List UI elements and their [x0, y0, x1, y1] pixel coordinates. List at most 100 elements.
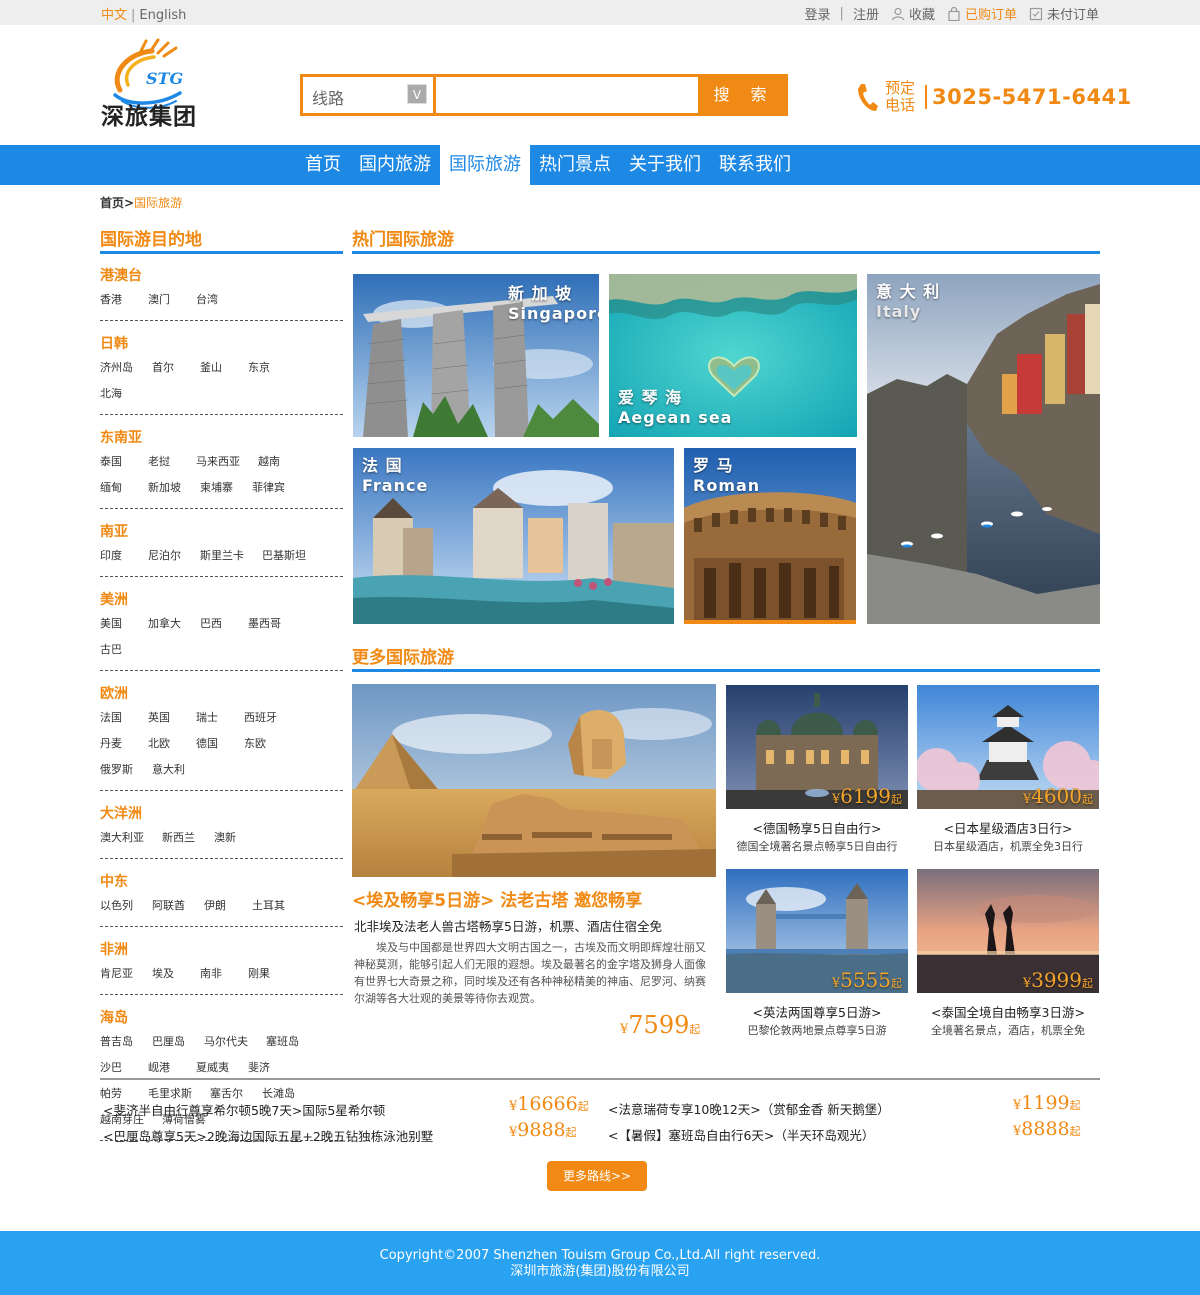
city-link[interactable]: 古巴	[100, 637, 148, 663]
search-input[interactable]	[436, 77, 698, 113]
city-link[interactable]: 老挝	[148, 449, 196, 475]
city-link[interactable]: 丹麦	[100, 731, 148, 757]
city-link[interactable]: 缅甸	[100, 475, 148, 501]
search-button[interactable]: 搜 索	[700, 74, 788, 116]
more-routes-button[interactable]: 更多路线>>	[547, 1161, 647, 1191]
nav-item[interactable]: 国际旅游	[440, 145, 530, 185]
city-link[interactable]: 东欧	[244, 731, 292, 757]
city-link[interactable]: 南非	[200, 961, 248, 987]
phone-label-line1: 预定	[885, 79, 916, 97]
region-name[interactable]: 欧洲	[100, 683, 343, 705]
route-link[interactable]: <斐济半自由行尊享希尔顿5晚7天>国际5星希尔顿	[103, 1100, 385, 1119]
city-link[interactable]: 巴西	[200, 611, 248, 637]
route-link[interactable]: <法意瑞荷专享10晚12天>（赏郁金香 新天鹅堡）	[608, 1099, 890, 1118]
featured-title[interactable]: <埃及畅享5日游> 法老古塔 邀您畅享	[352, 886, 642, 911]
city-link[interactable]: 马尔代夫	[204, 1029, 266, 1055]
card-title[interactable]: <英法两国尊享5日游>	[726, 1002, 908, 1021]
city-link[interactable]: 新西兰	[162, 825, 214, 851]
city-link[interactable]: 马来西亚	[196, 449, 258, 475]
nav-item[interactable]: 国内旅游	[350, 145, 440, 185]
tile-france[interactable]: 法 国 France	[353, 448, 674, 624]
login-link[interactable]: 登录	[805, 4, 831, 23]
city-link[interactable]: 肯尼亚	[100, 961, 152, 987]
route-link[interactable]: <【暑假】塞班岛自由行6天>（半天环岛观光）	[608, 1125, 874, 1144]
city-link[interactable]: 印度	[100, 543, 148, 569]
tile-en-label: Italy	[876, 302, 922, 321]
city-link[interactable]: 美国	[100, 611, 148, 637]
city-link[interactable]: 英国	[148, 705, 196, 731]
card-title[interactable]: <德国畅享5日自由行>	[726, 818, 908, 837]
region-name[interactable]: 日韩	[100, 333, 343, 355]
nav-item[interactable]: 联系我们	[710, 145, 800, 185]
city-link[interactable]: 新加坡	[148, 475, 200, 501]
city-link[interactable]: 塞班岛	[266, 1029, 318, 1055]
tile-aegean-sea[interactable]: 爱 琴 海 Aegean sea	[609, 274, 857, 437]
city-link[interactable]: 刚果	[248, 961, 296, 987]
city-link[interactable]: 德国	[196, 731, 244, 757]
city-link[interactable]: 土耳其	[252, 893, 304, 919]
city-link[interactable]: 普吉岛	[100, 1029, 152, 1055]
city-link[interactable]: 柬埔寨	[200, 475, 252, 501]
city-link[interactable]: 东京	[248, 355, 296, 381]
city-link[interactable]: 北海	[100, 381, 148, 407]
city-link[interactable]: 瑞士	[196, 705, 244, 731]
nav-item[interactable]: 热门景点	[530, 145, 620, 185]
lang-english[interactable]: English	[139, 8, 186, 23]
tile-singapore[interactable]: 新 加 坡 Singapore	[353, 274, 599, 437]
region-name[interactable]: 大洋洲	[100, 803, 343, 825]
city-link[interactable]: 法国	[100, 705, 148, 731]
city-link[interactable]: 釜山	[200, 355, 248, 381]
favorites-link[interactable]: 收藏	[909, 4, 935, 23]
region-name[interactable]: 港澳台	[100, 265, 343, 287]
city-link[interactable]: 尼泊尔	[148, 543, 200, 569]
city-link[interactable]: 澳新	[214, 825, 262, 851]
tile-roman[interactable]: 罗 马 Roman	[684, 448, 856, 624]
route-link[interactable]: <巴厘岛尊享5天>2晚海边国际五星+2晚五钻独栋泳池别墅	[103, 1126, 433, 1145]
city-link[interactable]: 斯里兰卡	[200, 543, 262, 569]
nav-item[interactable]: 首页	[296, 145, 350, 185]
city-link[interactable]: 北欧	[148, 731, 196, 757]
nav-item[interactable]: 关于我们	[620, 145, 710, 185]
tile-italy[interactable]: 意 大 利 Italy	[867, 274, 1100, 624]
city-link[interactable]: 济州岛	[100, 355, 152, 381]
region-block: 大洋洲 澳大利亚 新西兰 澳新	[100, 803, 343, 859]
city-link[interactable]: 伊朗	[204, 893, 252, 919]
city-link[interactable]: 意大利	[152, 757, 204, 783]
city-link[interactable]: 西班牙	[244, 705, 296, 731]
city-link[interactable]: 台湾	[196, 287, 244, 313]
register-link[interactable]: 注册	[853, 4, 879, 23]
tile-cn-label: 爱 琴 海	[618, 388, 683, 407]
region-name[interactable]: 东南亚	[100, 427, 343, 449]
region-name[interactable]: 海岛	[100, 1007, 343, 1029]
lang-chinese[interactable]: 中文	[101, 8, 127, 23]
city-link[interactable]: 加拿大	[148, 611, 200, 637]
city-link[interactable]: 澳门	[148, 287, 196, 313]
city-link[interactable]: 巴基斯坦	[262, 543, 324, 569]
region-name[interactable]: 南亚	[100, 521, 343, 543]
city-link[interactable]: 以色列	[100, 893, 152, 919]
city-link[interactable]: 墨西哥	[248, 611, 300, 637]
city-link[interactable]: 越南	[258, 449, 306, 475]
search-category-select[interactable]: 线路 V	[303, 77, 433, 113]
city-link[interactable]: 阿联酋	[152, 893, 204, 919]
purchased-orders-link[interactable]: 已购订单	[965, 4, 1017, 23]
breadcrumb-home[interactable]: 首页	[100, 196, 124, 210]
region-name[interactable]: 非洲	[100, 939, 343, 961]
city-link[interactable]: 香港	[100, 287, 148, 313]
city-link[interactable]: 埃及	[152, 961, 200, 987]
city-link[interactable]: 澳大利亚	[100, 825, 162, 851]
chevron-down-icon[interactable]: V	[407, 84, 427, 104]
city-link[interactable]: 菲律宾	[252, 475, 304, 501]
city-link[interactable]: 首尔	[152, 355, 200, 381]
card-title[interactable]: <日本星级酒店3日行>	[917, 818, 1099, 837]
featured-egypt-image[interactable]	[352, 684, 716, 877]
breadcrumb: 首页>国际旅游	[100, 194, 182, 211]
region-name[interactable]: 中东	[100, 871, 343, 893]
city-link[interactable]: 俄罗斯	[100, 757, 152, 783]
card-title[interactable]: <泰国全境自由畅享3日游>	[917, 1002, 1099, 1021]
more-section-underline	[352, 669, 1100, 672]
city-link[interactable]: 泰国	[100, 449, 148, 475]
city-link[interactable]: 巴厘岛	[152, 1029, 204, 1055]
region-name[interactable]: 美洲	[100, 589, 343, 611]
unpaid-orders-link[interactable]: 未付订单	[1047, 4, 1099, 23]
